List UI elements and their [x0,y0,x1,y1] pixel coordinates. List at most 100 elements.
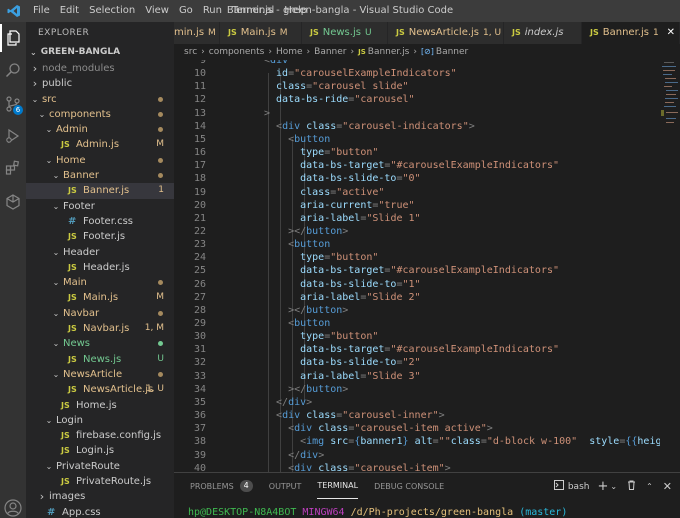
folder-item[interactable]: ⌄ PrivateRoute [26,459,174,474]
file-tree-label: Banner [63,170,99,182]
file-item[interactable]: # Footer.css [26,214,174,229]
panel-tab-label: OUTPUT [268,481,302,491]
code-token: "true" [378,199,415,211]
code-token: "Slide 3" [366,370,421,382]
code-token: "button" [330,252,379,264]
run-debug-icon[interactable] [0,122,26,150]
js-file-icon: JS [68,293,77,303]
file-item[interactable]: JS Home.js [26,398,174,413]
code-line: data-bs-target="#carouselExampleIndicato… [300,344,559,355]
extensions-icon[interactable] [0,154,26,182]
code-token: class [276,81,307,93]
code-token: aria-label [300,291,361,303]
source-control-icon[interactable]: 6 [0,90,26,118]
breadcrumb: src › components › Home › Banner › JS Banner.js ›[… [174,44,680,60]
remote-explorer-icon[interactable] [0,188,26,216]
code-line: type="button" [300,252,378,263]
line-number: 27 [193,291,206,303]
file-item[interactable]: # App.css [26,505,174,518]
folder-item[interactable]: ⌄ Banner [26,168,174,183]
close-icon[interactable]: ✕ [663,480,672,493]
workspace-root[interactable]: ⌄ GREEN-BANGLA [26,44,174,61]
code-line: aria-label="Slide 1" [300,213,420,224]
tab-main-js[interactable]: JS Main.js M [220,22,302,44]
trash-icon[interactable] [627,480,636,493]
line-number: 31 [193,344,206,356]
file-item[interactable]: JS Header.js [26,260,174,275]
modified-dot [158,157,163,163]
folder-item[interactable]: › node_modules [26,61,174,76]
menu-item-run[interactable]: Run [198,0,227,22]
breadcrumb-item[interactable]: components [209,47,265,57]
shell-name[interactable]: bash [568,482,590,492]
code-token: data-bs-target [300,160,385,172]
close-icon[interactable]: ✕ [667,22,675,44]
file-tree-label: App.css [62,506,101,518]
code-line: <div class="carousel-item"> [288,463,451,472]
folder-item[interactable]: ⌄ Login [26,413,174,428]
code-token: "carousel-item active" [354,423,487,435]
line-number: 16 [193,147,206,159]
breadcrumb-item[interactable]: Banner [436,47,468,57]
breadcrumb-item[interactable]: src [184,47,197,57]
terminal-prompt[interactable]: hp@DESKTOP-N8A4BOT MINGW64 /d/Ph-project… [188,507,567,518]
menu-item-terminal[interactable]: Terminal [227,0,279,22]
account-icon[interactable] [0,494,26,518]
file-item[interactable]: JS NewsArticle.js 1, U [26,382,174,397]
folder-item[interactable]: ⌄ Footer [26,199,174,214]
minimap[interactable] [660,60,680,472]
breadcrumb-item[interactable]: Banner.js [368,47,410,57]
search-icon[interactable] [0,56,26,84]
file-item[interactable]: JS Navbar.js 1, M [26,321,174,336]
chevron-up-icon[interactable]: ⌃ [646,482,653,491]
menu-item-file[interactable]: File [28,0,55,22]
file-item[interactable]: JS Banner.js 1 [26,183,174,199]
folder-item[interactable]: ⌄ src [26,92,174,107]
tab-banner-js[interactable]: JS Banner.js 1 ✕ [582,22,680,44]
menu-item-view[interactable]: View [140,0,174,22]
file-item[interactable]: JS Footer.js [26,229,174,244]
panel-tab-output[interactable]: OUTPUT [269,473,302,499]
folder-item[interactable]: ⌄ components [26,107,174,122]
line-number: 33 [193,370,206,382]
code-editor[interactable]: 9 <div 10 id="carouselExampleIndicators" 11 c… [174,60,660,472]
folder-item[interactable]: ⌄ News [26,336,174,351]
breadcrumb-item[interactable]: Home [276,47,303,57]
file-item[interactable]: JS PrivateRoute.js [26,474,174,489]
tab-index-js[interactable]: JS index.js [504,22,582,44]
tab-min-js[interactable]: min.js M [174,22,220,44]
chevron-down-icon: ⌄ [45,155,53,165]
code-token: type [300,331,325,343]
file-item[interactable]: JS Admin.js M [26,137,174,152]
code-token: data-bs-ride [276,94,349,106]
file-item[interactable]: JS Main.js M [26,290,174,305]
menu-item-selection[interactable]: Selection [84,0,140,22]
chevron-down-icon[interactable]: ⌄ [610,482,617,491]
folder-item[interactable]: ⌄ Home [26,153,174,168]
panel-tab-problems[interactable]: PROBLEMS 4 [190,473,253,499]
menu-item-help[interactable]: Help [279,0,312,22]
explorer-icon[interactable] [0,24,26,52]
code-token: > [438,410,445,422]
file-item[interactable]: JS News.js U [26,352,174,367]
tab-news-js[interactable]: JS News.js U [302,22,388,44]
folder-item[interactable]: ⌄ Navbar [26,306,174,321]
folder-item[interactable]: ⌄ Header [26,245,174,260]
code-line: <div class="carousel-indicators"> [276,121,475,132]
menu-item-go[interactable]: Go [174,0,198,22]
panel-tab-debug-console[interactable]: DEBUG CONSOLE [374,473,444,499]
folder-item[interactable]: ⌄ Admin [26,122,174,137]
file-item[interactable]: JS firebase.config.js [26,428,174,443]
folder-item[interactable]: › images [26,489,174,504]
panel-tab-terminal[interactable]: TERMINAL [317,473,359,499]
tab-label: min.js [174,27,205,38]
code-token: > [444,462,451,472]
breadcrumb-item[interactable]: Banner [314,47,346,57]
folder-item[interactable]: ⌄ NewsArticle [26,367,174,382]
tab-newsarticle-js[interactable]: JS NewsArticle.js 1, U [388,22,504,44]
new-terminal-icon[interactable]: + [597,479,608,494]
folder-item[interactable]: › public [26,76,174,91]
file-item[interactable]: JS Login.js [26,443,174,458]
menu-item-edit[interactable]: Edit [55,0,84,22]
folder-item[interactable]: ⌄ Main [26,275,174,290]
